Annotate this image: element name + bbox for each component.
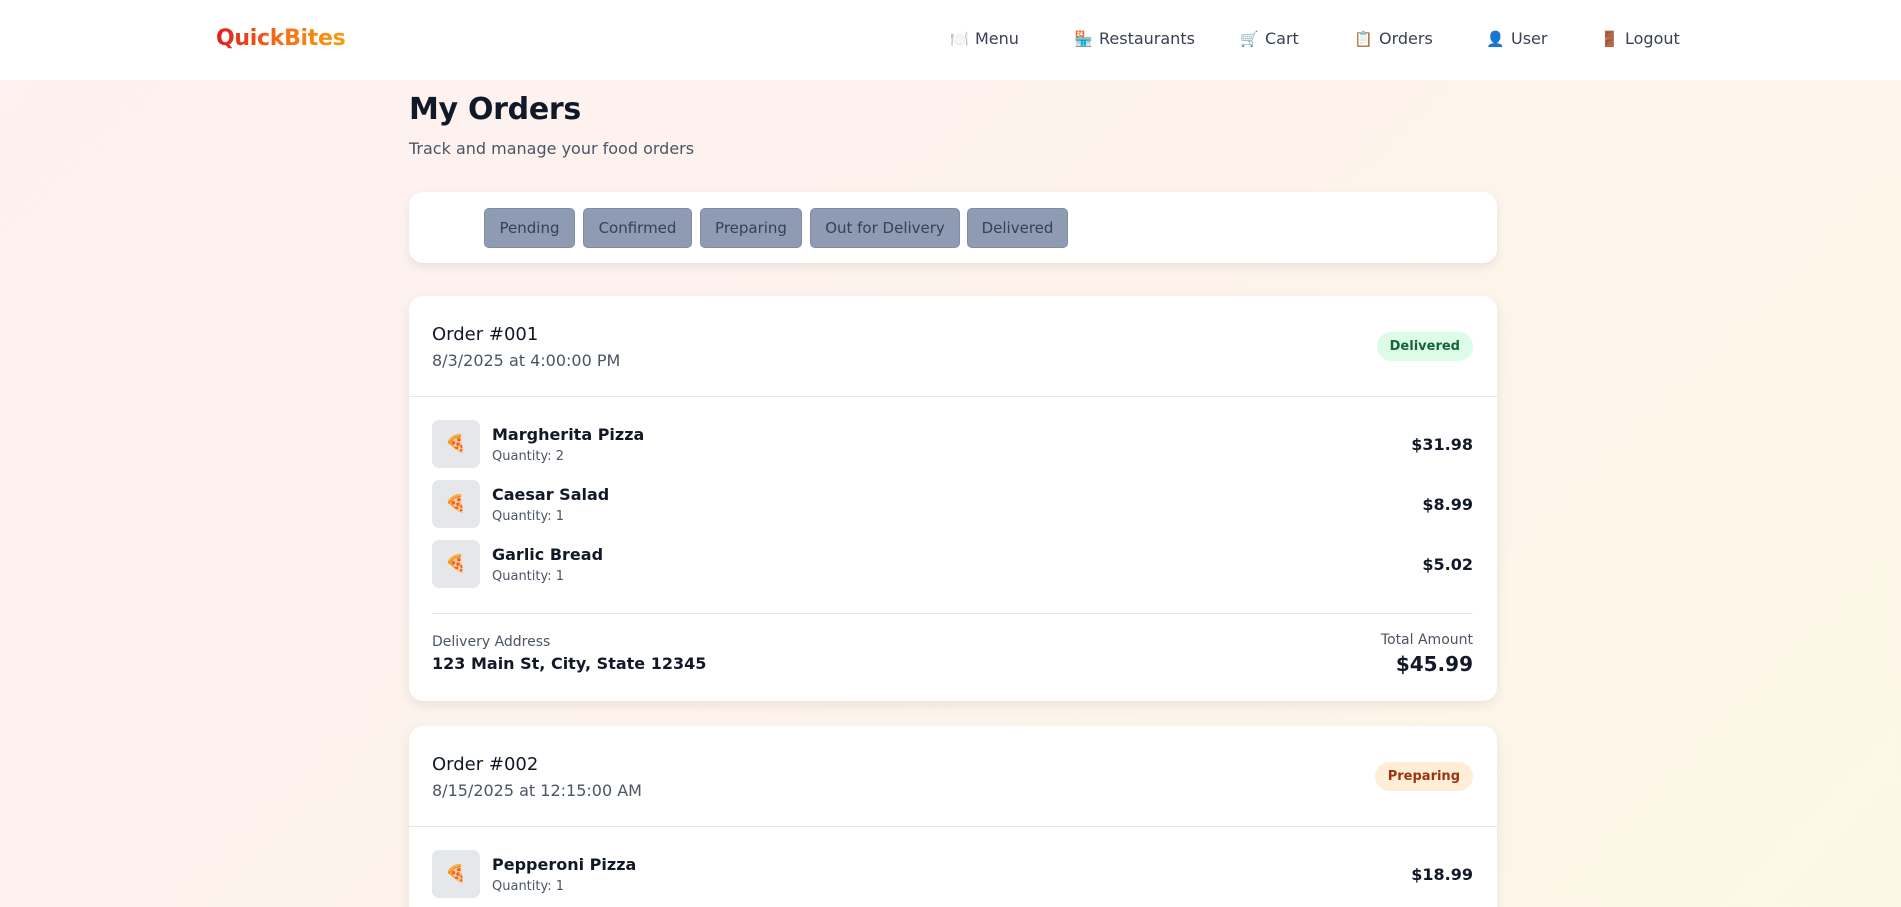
pizza-icon: 🍕 — [432, 540, 480, 588]
order-item-row: 🍕 Margherita Pizza Quantity: 2 $31.98 — [432, 420, 1473, 468]
page-subtitle: Track and manage your food orders — [409, 139, 695, 158]
filter-confirmed-button[interactable]: Confirmed — [583, 208, 692, 248]
filter-pending-button[interactable]: Pending — [484, 208, 575, 248]
page-title: My Orders — [409, 92, 581, 127]
filter-out-for-delivery-button[interactable]: Out for Delivery — [810, 208, 960, 248]
order-divider — [432, 613, 1473, 614]
nav-user-label: User — [1511, 29, 1548, 48]
filter-delivered-button[interactable]: Delivered — [967, 208, 1068, 248]
status-badge: Preparing — [1374, 762, 1473, 791]
nav-logout[interactable]: 🚪 Logout — [1600, 29, 1680, 48]
item-name: Garlic Bread — [492, 545, 604, 564]
order-header: Order #001 8/3/2025 at 4:00:00 PM Delive… — [409, 296, 1497, 397]
nav-logout-label: Logout — [1625, 29, 1680, 48]
total-amount: $45.99 — [1395, 652, 1473, 676]
order-item-row: 🍕 Pepperoni Pizza Quantity: 1 $18.99 — [432, 850, 1473, 898]
nav-orders-label: Orders — [1379, 29, 1433, 48]
nav-restaurants[interactable]: 🏪 Restaurants — [1074, 29, 1195, 48]
item-name: Caesar Salad — [492, 485, 610, 504]
status-badge: Delivered — [1376, 332, 1473, 361]
item-quantity: Quantity: 1 — [492, 879, 565, 894]
nav-user[interactable]: 👤 User — [1486, 29, 1547, 48]
item-name: Margherita Pizza — [492, 425, 645, 444]
status-filter-bar: Pending Confirmed Preparing Out for Deli… — [409, 192, 1497, 263]
pizza-icon: 🍕 — [432, 850, 480, 898]
order-item-row: 🍕 Garlic Bread Quantity: 1 $5.02 — [432, 540, 1473, 588]
user-icon: 👤 — [1486, 29, 1505, 48]
total-amount-label: Total Amount — [1380, 632, 1473, 648]
item-price: $5.02 — [1422, 555, 1473, 574]
delivery-address-label: Delivery Address — [432, 634, 551, 650]
item-quantity: Quantity: 1 — [492, 569, 565, 584]
item-name: Pepperoni Pizza — [492, 855, 637, 874]
nav-restaurants-label: Restaurants — [1099, 29, 1195, 48]
item-price: $31.98 — [1411, 435, 1473, 454]
item-price: $18.99 — [1411, 865, 1473, 884]
logout-door-icon: 🚪 — [1600, 29, 1619, 48]
order-id: Order #001 — [432, 324, 539, 345]
order-id: Order #002 — [432, 754, 539, 775]
nav-menu-label: Menu — [975, 29, 1019, 48]
item-price: $8.99 — [1422, 495, 1473, 514]
cart-icon: 🛒 — [1240, 29, 1259, 48]
filter-preparing-button[interactable]: Preparing — [700, 208, 802, 248]
order-card[interactable]: Order #002 8/15/2025 at 12:15:00 AM Prep… — [409, 726, 1497, 907]
order-item-row: 🍕 Caesar Salad Quantity: 1 $8.99 — [432, 480, 1473, 528]
restaurant-store-icon: 🏪 — [1074, 29, 1093, 48]
order-card[interactable]: Order #001 8/3/2025 at 4:00:00 PM Delive… — [409, 296, 1497, 701]
nav-menu[interactable]: 🍽️ Menu — [950, 29, 1019, 48]
delivery-address: 123 Main St, City, State 12345 — [432, 654, 707, 673]
item-quantity: Quantity: 1 — [492, 509, 565, 524]
nav-orders[interactable]: 📋 Orders — [1354, 29, 1433, 48]
order-date: 8/3/2025 at 4:00:00 PM — [432, 351, 621, 370]
item-quantity: Quantity: 2 — [492, 449, 565, 464]
order-header: Order #002 8/15/2025 at 12:15:00 AM Prep… — [409, 726, 1497, 827]
quickbites-logo[interactable]: QuickBites — [216, 26, 346, 51]
pizza-icon: 🍕 — [432, 480, 480, 528]
nav-cart-label: Cart — [1265, 29, 1299, 48]
order-date: 8/15/2025 at 12:15:00 AM — [432, 781, 642, 800]
nav-cart[interactable]: 🛒 Cart — [1240, 29, 1299, 48]
top-navbar: QuickBites 🍽️ Menu 🏪 Restaurants 🛒 Cart … — [0, 0, 1901, 80]
pizza-icon: 🍕 — [432, 420, 480, 468]
menu-plate-icon: 🍽️ — [950, 29, 969, 48]
clipboard-orders-icon: 📋 — [1354, 29, 1373, 48]
